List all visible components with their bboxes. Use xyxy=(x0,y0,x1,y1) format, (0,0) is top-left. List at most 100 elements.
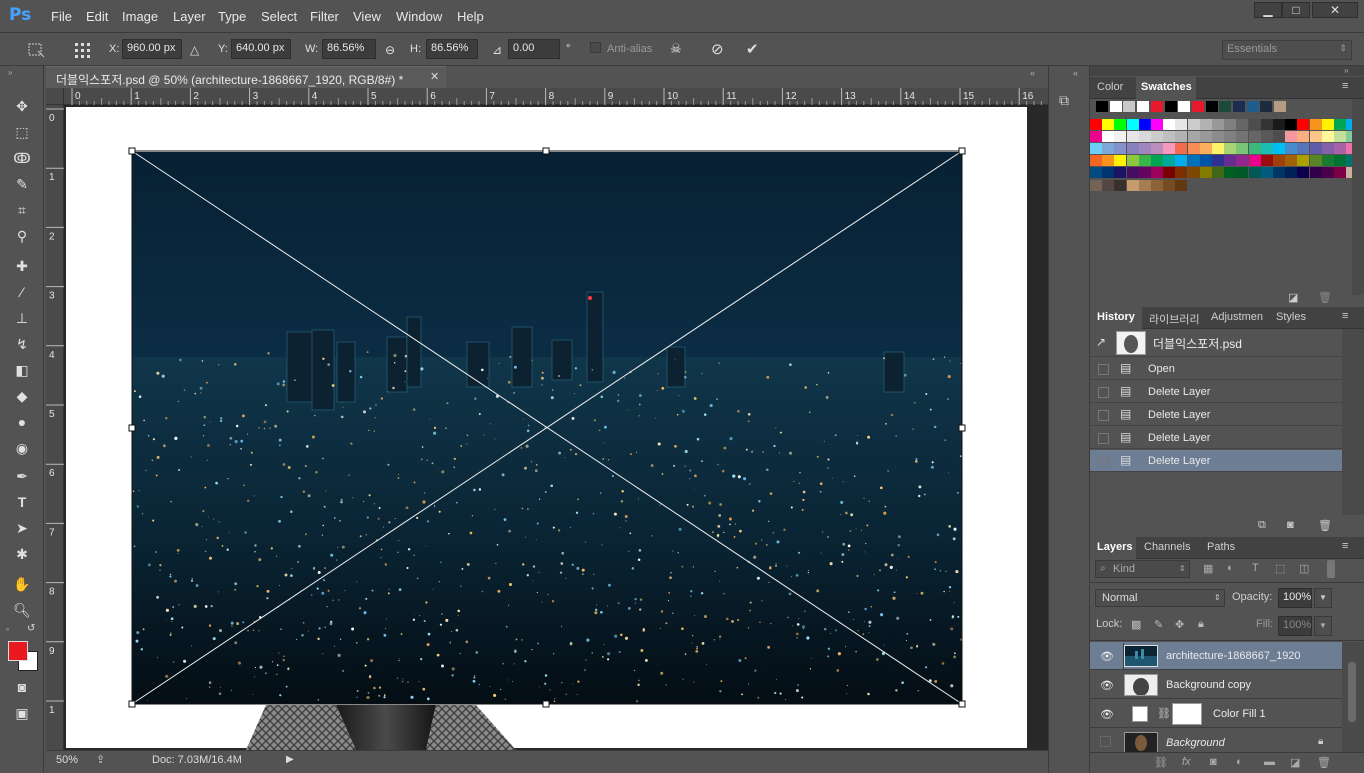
visibility-toggle[interactable] xyxy=(1100,736,1111,747)
swatch[interactable] xyxy=(1224,131,1237,143)
path-selection-tool-icon[interactable]: ➤ xyxy=(9,517,35,539)
swatch[interactable] xyxy=(1175,131,1188,143)
layer-row[interactable]: Background 🔒︎ xyxy=(1090,729,1342,752)
zoom-tool-icon[interactable]: 🔍︎ xyxy=(9,599,35,621)
delete-swatch-icon[interactable]: 🗑︎ xyxy=(1318,291,1332,304)
menu-filter[interactable]: Filter xyxy=(310,9,339,24)
swatch[interactable] xyxy=(1309,131,1322,143)
swatch[interactable] xyxy=(1309,167,1322,179)
swatch[interactable] xyxy=(1273,119,1285,130)
swatch[interactable] xyxy=(1199,131,1212,143)
swatch[interactable] xyxy=(1150,101,1163,112)
default-colors-icon[interactable]: ▫ xyxy=(6,625,9,634)
swatch[interactable] xyxy=(1126,167,1139,179)
marquee-tool-icon[interactable]: ⬚ xyxy=(9,121,35,143)
swatch[interactable] xyxy=(1175,167,1188,179)
swatch[interactable] xyxy=(1285,167,1298,179)
cancel-transform-icon[interactable]: ⊘ xyxy=(711,40,724,58)
swatch[interactable] xyxy=(1260,167,1273,179)
swatch[interactable] xyxy=(1102,167,1115,179)
menu-select[interactable]: Select xyxy=(261,9,297,24)
history-state[interactable]: ▤ Delete Layer xyxy=(1090,427,1342,449)
swap-colors-icon[interactable]: ↺ xyxy=(27,623,35,634)
swatch[interactable] xyxy=(1138,143,1151,155)
history-brush-source-icon[interactable]: ↗ xyxy=(1096,335,1106,349)
swatch[interactable] xyxy=(1163,155,1176,167)
shape-tool-icon[interactable]: ✱ xyxy=(9,543,35,565)
visibility-eye-icon[interactable]: 👁︎ xyxy=(1100,650,1114,663)
move-tool-icon[interactable]: ✥ xyxy=(9,95,35,117)
menu-image[interactable]: Image xyxy=(122,9,158,24)
type-tool-icon[interactable]: T xyxy=(9,491,35,513)
swatch[interactable] xyxy=(1321,131,1334,143)
delete-layer-icon[interactable]: 🗑︎ xyxy=(1317,756,1331,769)
swatch[interactable] xyxy=(1212,143,1224,155)
menu-file[interactable]: File xyxy=(51,9,72,24)
swatch[interactable] xyxy=(1163,119,1176,130)
foreground-color-swatch[interactable] xyxy=(8,641,28,661)
swatch[interactable] xyxy=(1126,119,1139,130)
reference-point-icon[interactable] xyxy=(72,40,94,60)
swatch[interactable] xyxy=(1224,155,1237,167)
close-tab-icon[interactable]: ✕ xyxy=(430,70,439,83)
swatch[interactable] xyxy=(1187,119,1200,130)
swatch[interactable] xyxy=(1334,143,1346,155)
history-brush-tool-icon[interactable]: ↯ xyxy=(9,333,35,355)
swatch[interactable] xyxy=(1175,143,1188,155)
document-tab[interactable]: 더블익스포저.psd @ 50% (architecture-1868667_1… xyxy=(46,66,446,88)
swatch[interactable] xyxy=(1285,155,1298,167)
swatch[interactable] xyxy=(1199,119,1212,130)
history-snapshot[interactable]: ↗ 더블익스포저.psd xyxy=(1090,329,1342,357)
swatch[interactable] xyxy=(1187,167,1200,179)
swatch[interactable] xyxy=(1309,155,1322,167)
swatch[interactable] xyxy=(1334,119,1346,130)
swatch[interactable] xyxy=(1248,119,1261,130)
angle-field[interactable]: 0.00 xyxy=(508,39,560,59)
menu-layer[interactable]: Layer xyxy=(173,9,206,24)
fill-field[interactable]: 100% xyxy=(1278,616,1312,636)
filter-toggle[interactable] xyxy=(1327,560,1335,578)
swatch[interactable] xyxy=(1273,155,1285,167)
crop-tool-icon[interactable]: ⌗ xyxy=(9,199,35,221)
vertical-ruler[interactable]: 0 1 2 3 4 5 6 7 8 9 1 xyxy=(46,105,64,750)
swatch[interactable] xyxy=(1151,143,1163,155)
swatch[interactable] xyxy=(1138,119,1151,130)
tab-libraries[interactable]: 라이브러리 xyxy=(1149,311,1200,327)
swatch[interactable] xyxy=(1199,167,1212,179)
history-source-checkbox[interactable] xyxy=(1098,456,1109,467)
swatch[interactable] xyxy=(1137,101,1150,112)
swatch[interactable] xyxy=(1163,167,1176,179)
swatches-scrollbar[interactable] xyxy=(1352,99,1364,295)
swatch[interactable] xyxy=(1273,167,1285,179)
swatch[interactable] xyxy=(1151,119,1163,130)
swatch[interactable] xyxy=(1321,143,1334,155)
swatch[interactable] xyxy=(1175,179,1188,191)
snapshot-camera-icon[interactable]: ◙ xyxy=(1287,519,1294,531)
lock-position-icon[interactable]: ✥ xyxy=(1175,618,1184,631)
swatch[interactable] xyxy=(1248,143,1261,155)
eyedropper-tool-icon[interactable]: ⚲ xyxy=(9,225,35,247)
link-icon[interactable]: ⛓︎ xyxy=(1157,707,1171,720)
swatch[interactable] xyxy=(1090,119,1102,130)
x-field[interactable]: 960.00 px xyxy=(122,39,182,59)
swatch[interactable] xyxy=(1178,101,1191,112)
lock-all-icon[interactable]: 🔒︎ xyxy=(1198,618,1204,631)
properties-icon[interactable]: ⧉ xyxy=(1059,92,1081,114)
antialias-checkbox[interactable] xyxy=(590,42,601,53)
lock-transparent-icon[interactable]: ▩ xyxy=(1131,618,1141,631)
swatch[interactable] xyxy=(1205,101,1218,112)
swatch[interactable] xyxy=(1151,131,1163,143)
horizontal-ruler[interactable]: 0 1 2 3 4 5 6 7 8 9 10 11 12 13 14 15 16 xyxy=(64,88,1072,105)
swatch[interactable] xyxy=(1212,119,1224,130)
swatch[interactable] xyxy=(1151,167,1163,179)
swatch[interactable] xyxy=(1273,143,1285,155)
swatch[interactable] xyxy=(1321,167,1334,179)
swatch[interactable] xyxy=(1175,155,1188,167)
swatch[interactable] xyxy=(1334,167,1346,179)
document-canvas[interactable] xyxy=(66,107,1027,750)
swatch[interactable] xyxy=(1248,167,1261,179)
history-state[interactable]: ▤ Delete Layer xyxy=(1090,381,1342,403)
swatch[interactable] xyxy=(1273,131,1285,143)
swatch[interactable] xyxy=(1236,167,1249,179)
layers-scrollbar[interactable] xyxy=(1342,642,1364,752)
